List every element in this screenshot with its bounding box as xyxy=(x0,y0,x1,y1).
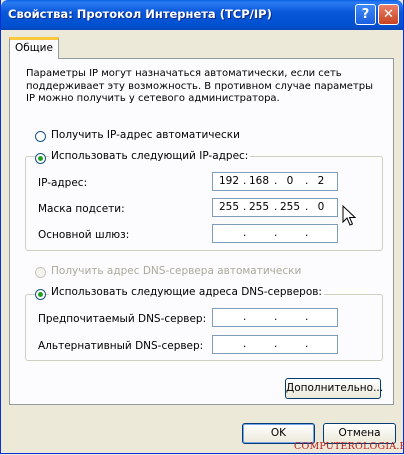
ip-octet-1: 192 xyxy=(218,175,240,187)
default-gateway-label: Основной шлюз: xyxy=(38,229,130,241)
subnet-mask-field[interactable]: 255 . 255 . 255 . 0 xyxy=(212,198,338,217)
mask-octet-3: 255 xyxy=(279,201,301,213)
help-button[interactable]: ? xyxy=(355,4,376,25)
ip-octet-4: 2 xyxy=(317,175,325,187)
dns-auto-label[interactable]: Получить адрес DNS-сервера автоматически xyxy=(51,265,301,277)
ip-address-field[interactable]: 192 . 168 . 0 . 2 xyxy=(212,172,338,191)
dns-auto-radio[interactable] xyxy=(35,267,46,278)
alternate-dns-label: Альтернативный DNS-сервер: xyxy=(38,340,204,352)
ip-octet-2: 168 xyxy=(248,175,270,187)
default-gateway-field[interactable]: . . . xyxy=(212,224,338,243)
advanced-button[interactable]: Дополнительно... xyxy=(285,378,383,399)
ip-octet-3: 0 xyxy=(286,175,294,187)
window-title: Свойства: Протокол Интернета (TCP/IP) xyxy=(8,7,272,21)
preferred-dns-field[interactable]: . . . xyxy=(212,308,338,327)
mask-octet-1: 255 xyxy=(218,201,240,213)
watermark-text: COMPUTEROLOGIA.RU xyxy=(294,441,404,452)
ip-manual-radio[interactable] xyxy=(35,153,46,164)
preferred-dns-label: Предпочитаемый DNS-сервер: xyxy=(38,313,207,325)
help-icon: ? xyxy=(361,7,370,22)
subnet-mask-label: Маска подсети: xyxy=(38,203,125,215)
dns-manual-label[interactable]: Использовать следующие адреса DNS-сервер… xyxy=(49,286,324,298)
close-icon: ✕ xyxy=(383,7,394,22)
mask-octet-4: 0 xyxy=(317,201,325,213)
title-bar[interactable]: Свойства: Протокол Интернета (TCP/IP) ? … xyxy=(1,0,403,30)
tab-general[interactable]: Общие xyxy=(9,37,59,59)
mask-octet-2: 255 xyxy=(248,201,270,213)
dialog-window: Свойства: Протокол Интернета (TCP/IP) ? … xyxy=(0,0,404,454)
ip-manual-label[interactable]: Использовать следующий IP-адрес: xyxy=(49,150,251,162)
ip-address-label: IP-адрес: xyxy=(38,177,88,189)
mouse-cursor-icon xyxy=(342,205,356,226)
description-text: Параметры IP могут назначаться автоматич… xyxy=(26,68,374,104)
ip-auto-radio[interactable] xyxy=(35,131,46,142)
alternate-dns-field[interactable]: . . . xyxy=(212,335,338,354)
close-button[interactable]: ✕ xyxy=(378,4,399,25)
ip-auto-label[interactable]: Получить IP-адрес автоматически xyxy=(51,129,240,141)
dns-manual-radio[interactable] xyxy=(35,289,46,300)
